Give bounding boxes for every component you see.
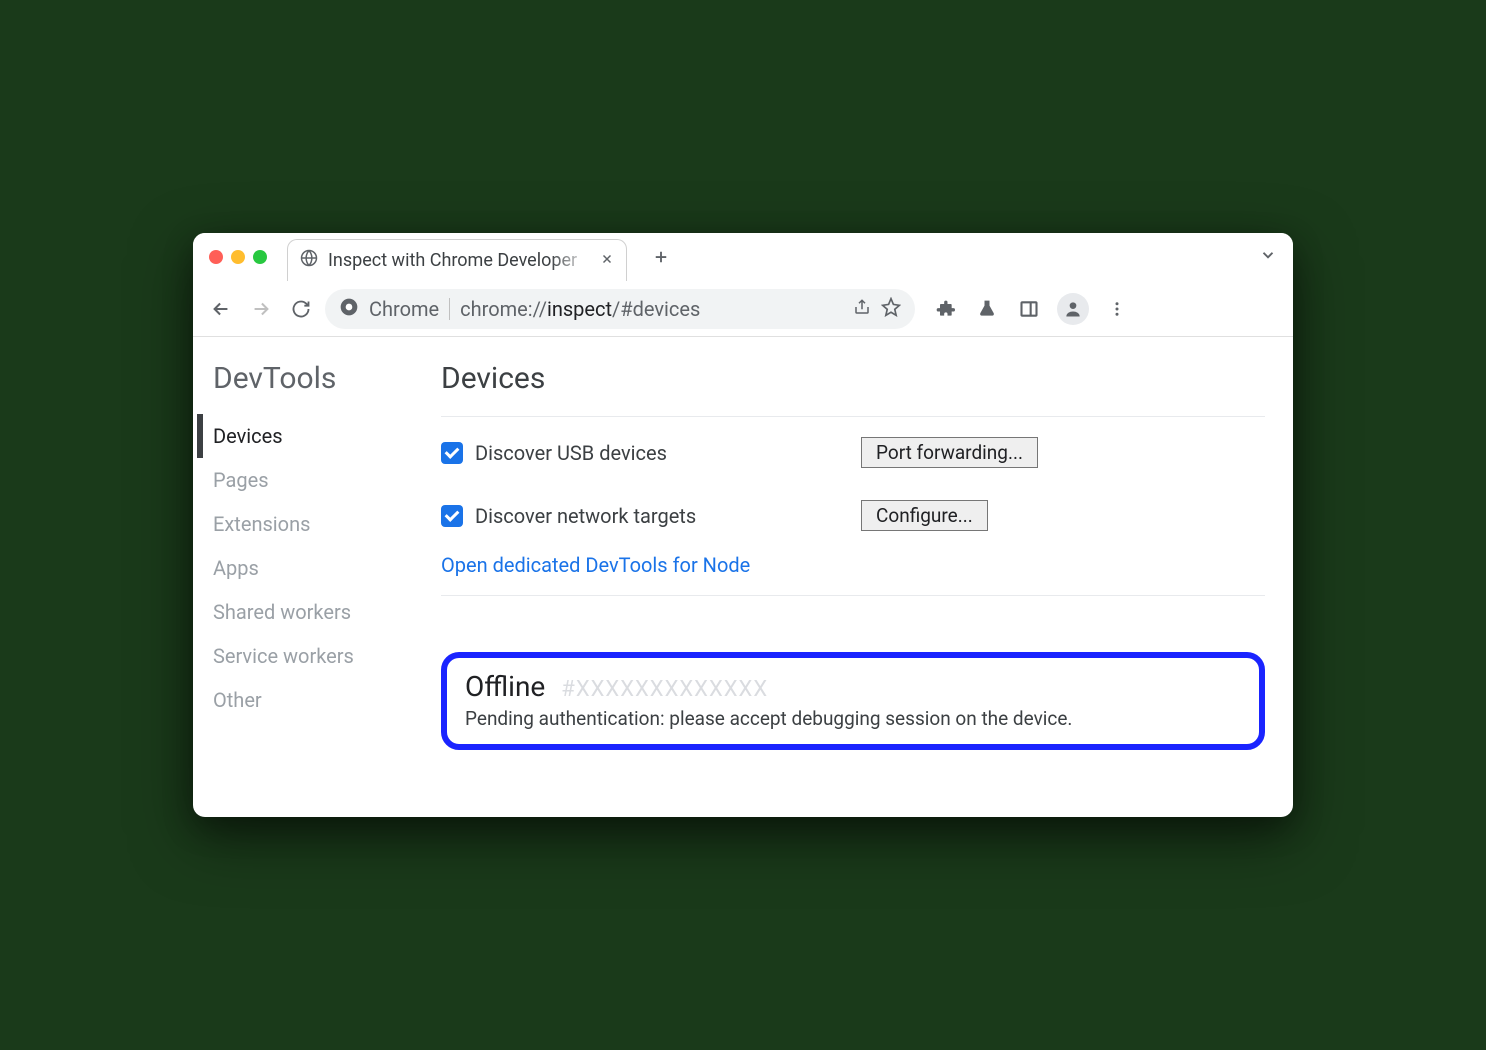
bookmark-icon[interactable] [881,297,901,321]
url-text: chrome://inspect/#devices [460,297,843,321]
sidebar-item-other[interactable]: Other [197,678,417,722]
discover-network-checkbox[interactable] [441,505,463,527]
new-tab-button[interactable] [647,243,675,271]
discover-usb-checkbox[interactable] [441,442,463,464]
globe-icon [300,249,318,271]
labs-icon[interactable] [973,295,1001,323]
sidebar-item-service-workers[interactable]: Service workers [197,634,417,678]
toolbar-actions [931,293,1131,325]
minimize-window-button[interactable] [231,250,245,264]
discover-usb-label: Discover USB devices [475,441,667,465]
maximize-window-button[interactable] [253,250,267,264]
browser-window: Inspect with Chrome Developer Chrome [193,233,1293,817]
menu-icon[interactable] [1103,295,1131,323]
browser-tab[interactable]: Inspect with Chrome Developer [287,239,627,281]
device-status-box: Offline #XXXXXXXXXXXXX Pending authentic… [441,652,1265,750]
sidebar: DevTools Devices Pages Extensions Apps S… [197,361,417,757]
page-title: Devices [441,361,1265,417]
close-tab-button[interactable] [600,251,614,270]
discover-network-label: Discover network targets [475,504,696,528]
sidebar-item-extensions[interactable]: Extensions [197,502,417,546]
tab-bar: Inspect with Chrome Developer [193,233,1293,281]
profile-avatar[interactable] [1057,293,1089,325]
network-setting-row: Discover network targets Configure... [441,472,1265,535]
port-forwarding-button[interactable]: Port forwarding... [861,437,1038,468]
configure-button[interactable]: Configure... [861,500,988,531]
toolbar: Chrome chrome://inspect/#devices [193,281,1293,337]
sidebar-title: DevTools [197,361,417,414]
device-message: Pending authentication: please accept de… [465,707,1241,730]
node-link-row: Open dedicated DevTools for Node [441,535,1265,596]
device-status: Offline [465,670,545,703]
sidebar-item-apps[interactable]: Apps [197,546,417,590]
extensions-icon[interactable] [931,295,959,323]
url-scheme-label: Chrome [369,297,439,321]
main-panel: Devices Discover USB devices Port forwar… [417,361,1265,757]
reload-button[interactable] [285,293,317,325]
node-devtools-link[interactable]: Open dedicated DevTools for Node [441,535,750,595]
side-panel-icon[interactable] [1015,295,1043,323]
tab-dropdown-button[interactable] [1259,246,1277,268]
sidebar-item-pages[interactable]: Pages [197,458,417,502]
sidebar-item-shared-workers[interactable]: Shared workers [197,590,417,634]
chrome-icon [339,297,359,321]
share-icon[interactable] [853,298,871,320]
page-content: DevTools Devices Pages Extensions Apps S… [193,337,1293,817]
usb-setting-row: Discover USB devices Port forwarding... [441,417,1265,472]
device-id: #XXXXXXXXXXXXX [561,677,768,702]
address-bar[interactable]: Chrome chrome://inspect/#devices [325,289,915,329]
window-controls [209,250,267,264]
forward-button[interactable] [245,293,277,325]
close-window-button[interactable] [209,250,223,264]
url-separator [449,298,450,320]
back-button[interactable] [205,293,237,325]
tab-title: Inspect with Chrome Developer [328,250,590,271]
sidebar-item-devices[interactable]: Devices [197,414,417,458]
